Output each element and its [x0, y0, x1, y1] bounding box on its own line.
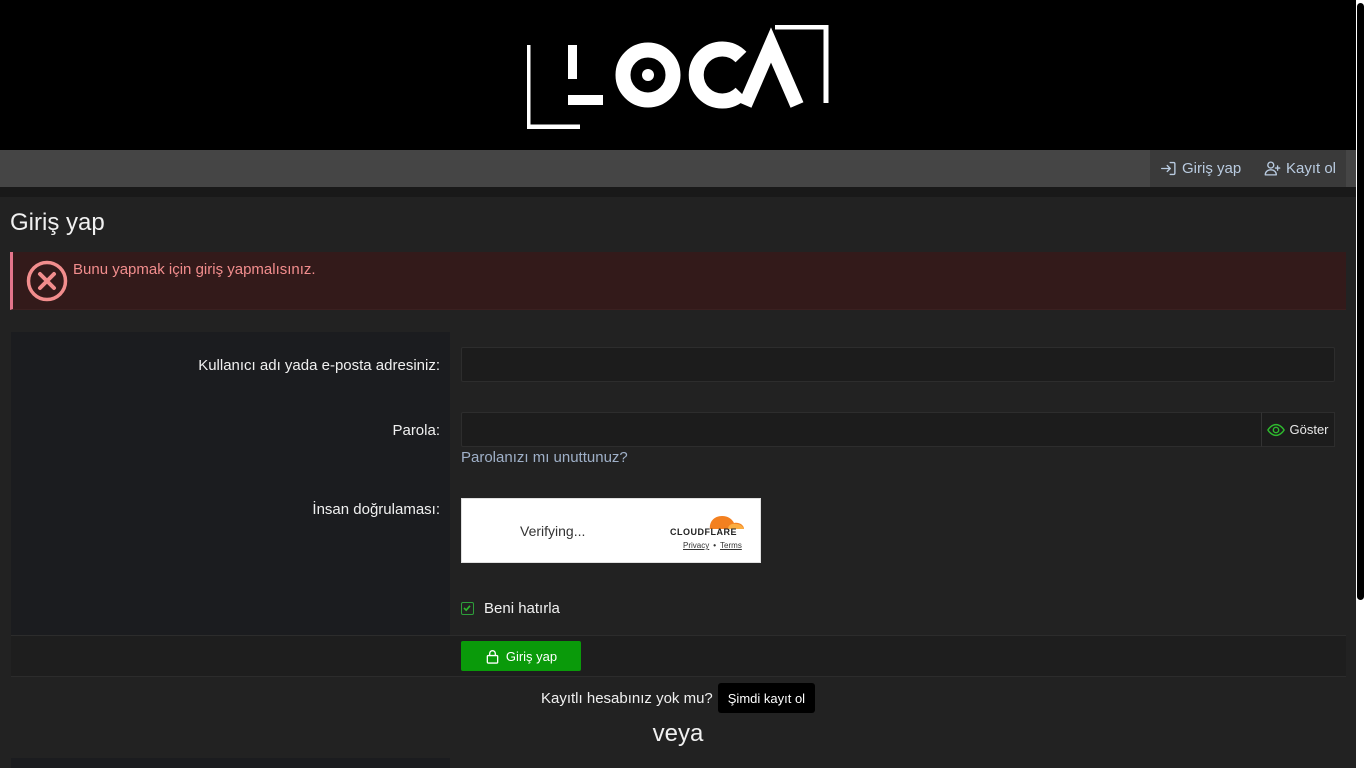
form-labels-column: Kullanıcı adı yada e-posta adresiniz: Pa… — [11, 332, 450, 635]
sign-in-icon — [1161, 161, 1176, 176]
lock-icon — [486, 649, 499, 664]
alternate-login-block — [11, 758, 450, 768]
user-plus-icon — [1264, 161, 1281, 176]
page-scrollbar[interactable] — [1356, 0, 1366, 768]
remember-me-checkbox[interactable] — [461, 602, 474, 615]
navigation-bar: Giriş yap Kayıt ol — [0, 150, 1356, 187]
captcha-link-separator: • — [713, 541, 717, 550]
human-verification-label: İnsan doğrulaması: — [312, 501, 440, 518]
username-input[interactable] — [461, 347, 1335, 382]
password-input[interactable] — [461, 412, 1262, 447]
page-title: Giriş yap — [10, 209, 105, 236]
remember-me-label: Beni hatırla — [484, 600, 560, 617]
register-prompt: Kayıtlı hesabınız yok mu? Şimdi kayıt ol — [541, 683, 816, 713]
captcha-status: Verifying... — [520, 523, 586, 539]
nav-login-label: Giriş yap — [1182, 160, 1242, 177]
remember-me-option[interactable]: Beni hatırla — [461, 600, 560, 617]
login-submit-label: Giriş yap — [505, 648, 558, 664]
site-header — [0, 0, 1356, 150]
show-password-button[interactable]: Göster — [1261, 412, 1335, 447]
cloudflare-brand: CLOUDFLARE — [670, 527, 737, 537]
username-label: Kullanıcı adı yada e-posta adresiniz: — [198, 357, 440, 374]
nav-register-label: Kayıt ol — [1285, 160, 1337, 177]
scrollbar-thumb[interactable] — [1357, 3, 1364, 600]
navbar-divider — [0, 187, 1356, 197]
error-alert: Bunu yapmak için giriş yapmalısınız. — [10, 252, 1346, 310]
submit-row: Giriş yap — [11, 635, 1346, 677]
nav-register-button[interactable]: Kayıt ol — [1254, 150, 1346, 187]
captcha-terms-link[interactable]: Terms — [720, 541, 742, 550]
site-logo[interactable] — [527, 25, 829, 129]
register-now-button[interactable]: Şimdi kayıt ol — [717, 683, 816, 713]
show-password-label: Göster — [1289, 422, 1329, 437]
check-icon — [463, 605, 471, 612]
or-divider-text: veya — [652, 720, 704, 747]
nav-login-button[interactable]: Giriş yap — [1150, 150, 1254, 187]
captcha-privacy-link[interactable]: Privacy — [683, 541, 709, 550]
forgot-password-link[interactable]: Parolanızı mı unuttunuz? — [461, 449, 628, 466]
eye-icon — [1267, 423, 1286, 436]
login-form: Kullanıcı adı yada e-posta adresiniz: Pa… — [11, 332, 1346, 635]
error-circle-icon — [26, 260, 68, 302]
password-label: Parola: — [392, 422, 440, 439]
login-submit-button[interactable]: Giriş yap — [461, 641, 581, 671]
cloudflare-captcha-widget[interactable]: Verifying... CLOUDFLARE Privacy • Terms — [461, 498, 761, 563]
captcha-links: Privacy • Terms — [683, 541, 742, 550]
alert-message: Bunu yapmak için giriş yapmalısınız. — [73, 261, 316, 278]
register-question: Kayıtlı hesabınız yok mu? — [541, 689, 713, 707]
